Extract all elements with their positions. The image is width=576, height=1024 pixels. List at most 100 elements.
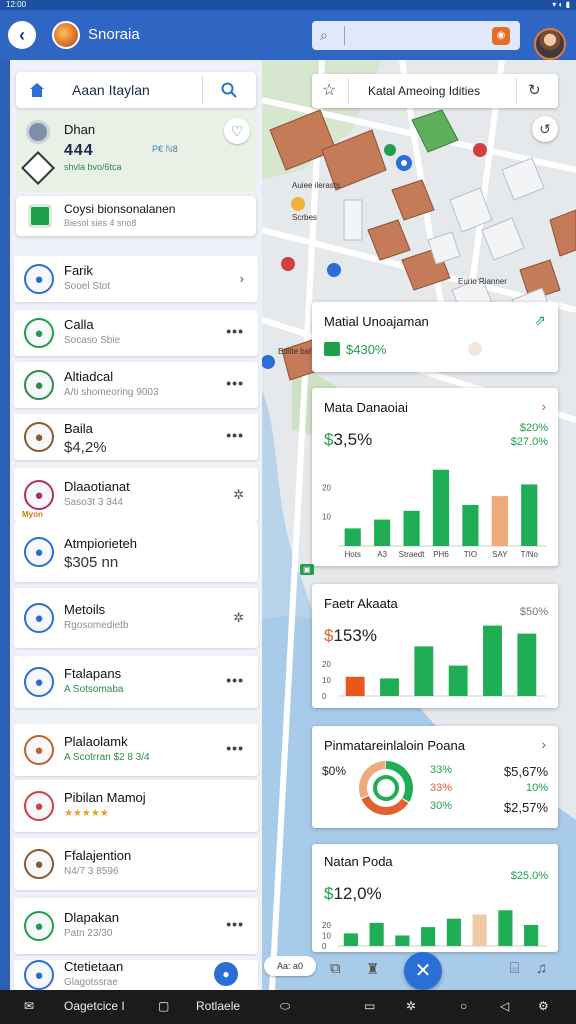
card-title: Pinmatareinlaloin Poana [324,738,465,753]
nav-item-2[interactable]: Rotlaele [196,999,240,1013]
bar [369,922,384,946]
nav-item-1[interactable]: Oagetcice I [64,999,125,1013]
card-unoajaman[interactable]: Matial Unoajaman ⇗ $430% [312,302,558,372]
y-tick-label: 20 [322,921,331,930]
refresh-icon[interactable]: ↻ [528,81,541,99]
left-panel: Aaan Itaylan Dhan 444 shvla bvo/6tca P€ … [10,60,262,990]
top-search-input[interactable]: ⌕ ◉ [312,21,520,50]
home-nav-icon[interactable]: ⬭ [280,999,290,1014]
info-side: P€ ℕ8 [152,144,178,154]
list-item[interactable]: ● Ftalapans A Sotsomaba ••• [14,656,258,708]
list-item[interactable]: ● Dlaaotianat Saso3t 3 344 Myon ✲ [14,468,258,522]
pin-icon[interactable]: ✲ [233,487,244,503]
list-item[interactable]: ● Plalaolamk A Scotrran $2 8 3/4 ••• [14,724,258,776]
bar [462,504,479,546]
more-icon[interactable]: ••• [226,672,244,688]
card-left-value: $0% [322,764,347,778]
favorite-icon[interactable]: ♡ [224,118,250,144]
list-item[interactable]: ● Atmpiorieteh $305 nn [14,522,258,582]
square-icon[interactable]: ▢ [158,999,169,1013]
chart-poda: 010 20 [322,910,546,951]
list-item[interactable]: ● Calla Socaso Sbie ••• [14,310,258,356]
avatar[interactable] [534,28,566,60]
pct-3: 30% [430,800,453,812]
doc-icon: ● [24,960,54,990]
chat-icon[interactable]: ✉ [24,999,34,1013]
more-icon[interactable]: ••• [226,916,244,932]
chevron-right-icon[interactable]: › [240,271,244,286]
grid-icon[interactable]: ⌸ [510,960,519,977]
card-poana[interactable]: Pinmatareinlaloin Poana › $0% 33% 33% 30… [312,726,558,828]
list-item-title: Farik [64,263,93,278]
circle-icon[interactable]: ○ [460,999,467,1013]
bag-icon[interactable]: ♜ [366,960,379,978]
pct-1: 33% [430,764,453,776]
y-tick-label: 20 [322,483,331,492]
more-icon[interactable]: ••• [226,740,244,756]
layers-icon[interactable]: ⧉ [330,960,341,977]
card-akaata[interactable]: Faetr Akaata $50% $153% 0 10 20 [312,584,558,708]
map-label-3: Eurio Rianner [458,277,507,286]
chat-badge-icon[interactable]: ● [214,962,238,986]
back-nav-icon[interactable]: ◁ [500,999,509,1013]
y-tick-label: 0 [322,942,327,951]
card-title: Mata Danaoiai [324,400,408,415]
list-item[interactable]: ● Dlapakan Patn 23/30 ••• [14,898,258,954]
card-poda[interactable]: Natan Poda $25.0% $12,0% 0 10 20 [312,844,558,952]
screen: { "status": {"left": "12:00", "right": "… [0,0,576,1024]
map-search-bar[interactable]: ☆ Katal Ameoing Idities ↻ [312,74,558,108]
list-item[interactable]: ● Pibilan Mamoj ★★★★★ [14,780,258,832]
bar [414,646,434,696]
chevron-right-icon[interactable]: › [541,398,546,414]
list-item-subtitle: Saso3t 3 344 [64,497,123,508]
home-icon[interactable] [28,81,46,99]
search-icon[interactable] [220,81,238,99]
recent-icon[interactable]: ▭ [364,999,375,1013]
bar [421,927,436,946]
card-value: $3,5% [324,430,372,450]
more-icon[interactable]: ••• [226,375,244,391]
list-item-title: Baila [64,421,93,436]
locate-icon[interactable]: ↺ [532,116,558,142]
gear-icon[interactable]: ⚙ [538,999,549,1013]
settings-icon[interactable]: ✲ [406,999,416,1013]
list-item[interactable]: ● Metoils Rgosomedietb ✲ [14,588,258,648]
list-item[interactable]: ● Farik Sooel Stot › [14,256,258,302]
x-tick-label: PH6 [433,550,449,559]
app-title: Snoraia [88,26,140,43]
pin-icon[interactable]: ✲ [233,610,244,626]
cosy-card[interactable]: Coysi bionsonalanen Biesol sies 4 sno8 [16,196,256,236]
list-item-subtitle: Patn 23/30 [64,928,113,939]
bar [498,910,513,946]
map-chip[interactable]: Aa: a0 [264,956,316,976]
list-item-title: Metoils [64,602,106,617]
card-danaoiai[interactable]: Mata Danaoiai › $3,5% $20% $27.0% 10 20 Ho… [312,388,558,566]
list-item[interactable]: ● Altiadcal A/ti shomeoring 9003 ••• [14,362,258,408]
more-icon[interactable]: ••• [226,427,244,443]
left-search-bar[interactable]: Aaan Itaylan [16,72,256,108]
bar [448,665,468,696]
list-item-title: Dlapakan [64,910,119,925]
list-item-subtitle: Rgosomedietb [64,620,129,631]
map-bottom-icons: ⧉ ♜ ⌸ ♫ [330,958,558,984]
card-right-1: $20% [519,422,548,434]
bar [472,914,487,946]
info-summary-card[interactable]: Dhan 444 shvla bvo/6tca P€ ℕ8 ♡ [16,112,256,192]
back-button[interactable]: ‹ [8,21,36,49]
card-right-1: $25.0% [510,870,548,882]
more-icon[interactable]: ••• [226,323,244,339]
card-title: Matial Unoajaman [324,314,429,329]
star-icon[interactable]: ☆ [322,80,336,100]
list-item[interactable]: ● Baila $4,2% ••• [14,414,258,460]
menu-icon: ● [24,667,54,697]
chevron-right-icon[interactable]: › [541,736,546,752]
x-tick-label: TIO [464,550,477,559]
notification-icon[interactable]: ◉ [492,27,510,45]
expand-icon[interactable]: ⇗ [534,312,546,329]
x-tick-label: Hots [344,550,360,559]
navigate-fab-icon[interactable]: ✕ [404,952,442,990]
y-tick-label: 10 [322,676,331,685]
house-icon: ● [24,603,54,633]
bell-icon[interactable]: ♫ [536,960,547,977]
list-item[interactable]: ● Ffalajention N4/7 3 8596 [14,838,258,890]
